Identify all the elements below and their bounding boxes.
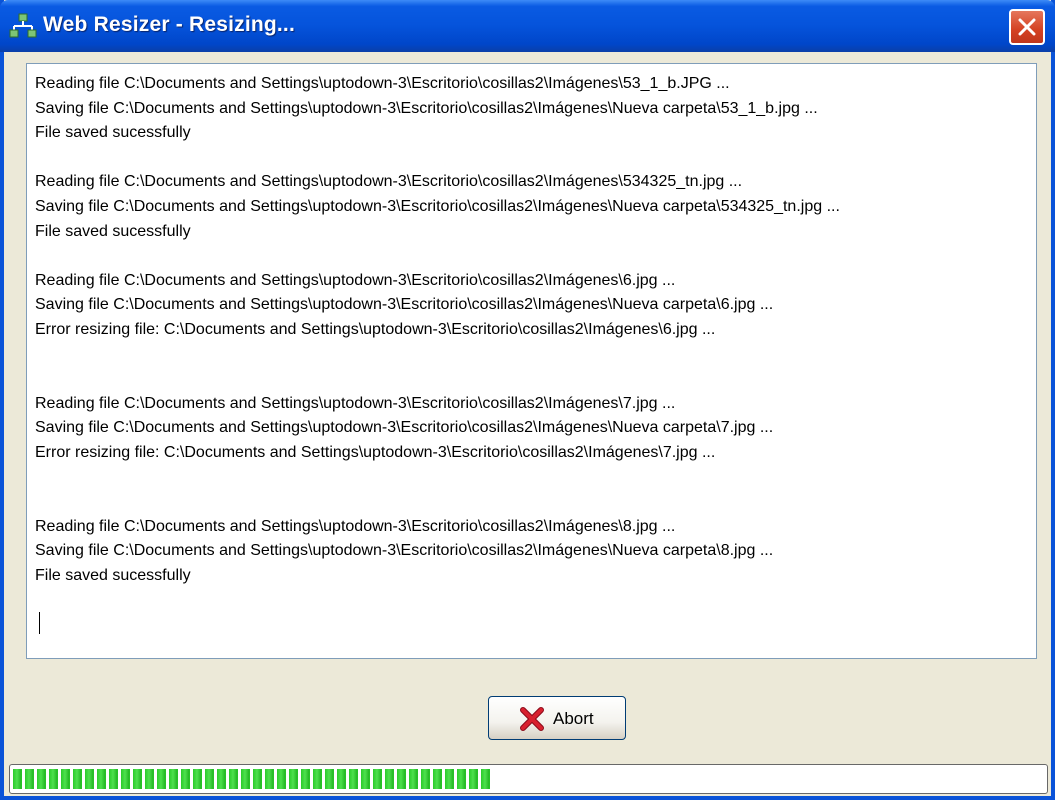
log-line: Saving file C:\Documents and Settings\up…: [35, 197, 840, 215]
log-textarea[interactable]: Reading file C:\Documents and Settings\u…: [26, 63, 1037, 659]
log-line: Error resizing file: C:\Documents and Se…: [35, 443, 716, 461]
resizing-dialog: Web Resizer - Resizing... Reading file C…: [0, 0, 1055, 800]
log-line: Saving file C:\Documents and Settings\up…: [35, 542, 774, 560]
red-x-icon: [520, 707, 544, 731]
close-icon: [1018, 18, 1036, 36]
close-button[interactable]: [1009, 9, 1045, 45]
abort-button[interactable]: Abort: [488, 696, 626, 740]
log-line: File saved sucessfully: [35, 222, 191, 240]
log-line: Reading file C:\Documents and Settings\u…: [35, 394, 676, 412]
window-title: Web Resizer - Resizing...: [43, 13, 296, 36]
log-line: File saved sucessfully: [35, 566, 191, 584]
log-line: Reading file C:\Documents and Settings\u…: [35, 517, 676, 535]
abort-button-label: Abort: [553, 709, 594, 728]
text-caret: [39, 612, 40, 634]
log-line: Error resizing file: C:\Documents and Se…: [35, 320, 716, 338]
progress-bar: [9, 764, 1048, 794]
network-tree-icon: [9, 13, 37, 38]
log-line: Reading file C:\Documents and Settings\u…: [35, 271, 676, 289]
log-line: Saving file C:\Documents and Settings\up…: [35, 99, 818, 117]
log-line: File saved sucessfully: [35, 124, 191, 142]
log-line: Reading file C:\Documents and Settings\u…: [35, 173, 743, 191]
log-lines: Reading file C:\Documents and Settings\u…: [35, 72, 1028, 588]
log-line: Reading file C:\Documents and Settings\u…: [35, 75, 730, 92]
progress-fill: [13, 769, 492, 789]
log-line: Saving file C:\Documents and Settings\up…: [35, 419, 774, 437]
title-bar[interactable]: Web Resizer - Resizing...: [0, 0, 1055, 52]
log-line: Saving file C:\Documents and Settings\up…: [35, 296, 774, 314]
